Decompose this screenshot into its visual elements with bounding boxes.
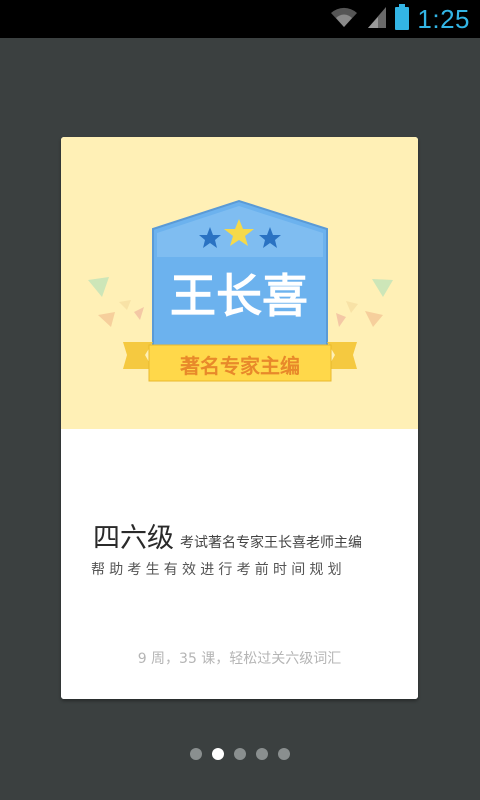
- page-dot-2[interactable]: [212, 748, 224, 760]
- page-indicator[interactable]: [190, 748, 290, 760]
- left-confetti-icon: [88, 277, 144, 327]
- headline: 四六级 考试著名专家王长喜老师主编: [93, 516, 362, 555]
- badge-name-text: 王长喜: [170, 269, 308, 323]
- page-dot-5[interactable]: [278, 748, 290, 760]
- right-confetti-icon: [336, 279, 393, 327]
- wifi-icon: [329, 5, 359, 33]
- status-bar: 1:25: [0, 0, 480, 38]
- foot-note: 9 周，35 课，轻松过关六级词汇: [137, 651, 342, 667]
- signal-icon: [367, 5, 387, 33]
- headline-sub: 考试著名专家王长喜老师主编: [180, 535, 362, 551]
- author-badge-illustration: 王长喜 著名专家主编: [88, 199, 393, 382]
- status-time: 1:25: [417, 3, 470, 34]
- battery-icon: [395, 4, 410, 34]
- tagline: 帮助考生有效进行考前时间规划: [91, 562, 346, 578]
- page-dot-3[interactable]: [234, 748, 246, 760]
- card-illustration-area: 王长喜 著名专家主编: [61, 137, 418, 429]
- status-icons: 1:25: [329, 0, 480, 38]
- intro-card[interactable]: 王长喜 著名专家主编 四六级 考试著名专家王长喜老师主编 帮助考生有效进行考前时…: [61, 137, 418, 699]
- card-text-area: 四六级 考试著名专家王长喜老师主编 帮助考生有效进行考前时间规划 9 周，35 …: [61, 429, 418, 699]
- headline-main: 四六级: [93, 523, 174, 554]
- ribbon-text: 著名专家主编: [180, 354, 300, 378]
- onboarding-screen: 王长喜 著名专家主编 四六级 考试著名专家王长喜老师主编 帮助考生有效进行考前时…: [0, 38, 480, 800]
- page-dot-4[interactable]: [256, 748, 268, 760]
- page-dot-1[interactable]: [190, 748, 202, 760]
